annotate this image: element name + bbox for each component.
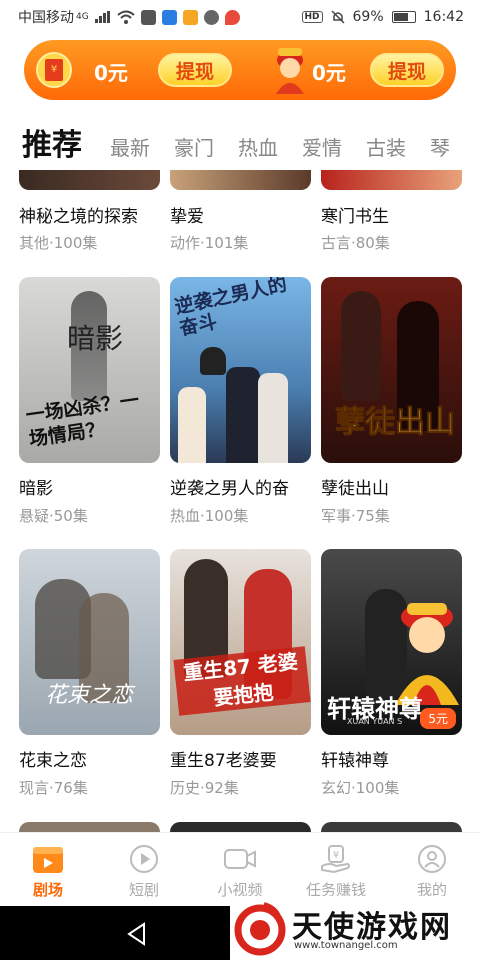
- drama-poster[interactable]: 花束之恋: [19, 549, 160, 735]
- drama-meta: 其他·100集: [19, 234, 98, 252]
- drama-row: 暗影 一场凶杀？一场情局？ 暗影 悬疑·50集 逆袭之男人的奋斗 逆袭之男人的奋…: [0, 277, 480, 537]
- tab-recommend[interactable]: 推荐: [22, 120, 82, 164]
- play-icon: [127, 843, 161, 875]
- drama-meta: 现言·76集: [19, 779, 88, 797]
- drama-card[interactable]: 花束之恋 花束之恋 现言·76集: [19, 549, 160, 797]
- drama-title[interactable]: 暗影: [19, 474, 160, 499]
- poster-slogan: 孽徒出山: [335, 405, 456, 441]
- clock: 16:42: [423, 9, 464, 25]
- drama-title[interactable]: 逆袭之男人的奋: [170, 474, 311, 499]
- video-camera-icon: [223, 843, 257, 875]
- signal-icon: [94, 11, 110, 23]
- battery-percent: 69%: [352, 9, 384, 25]
- drama-card[interactable]: 孽徒出山 孽徒出山 军事·75集: [321, 277, 462, 525]
- notification-icon: [140, 9, 156, 25]
- drama-row: 神秘之境的探索 其他·100集 挚爱 动作·101集 寒门书生 古言·80集: [0, 170, 480, 260]
- poster-slogan: 一场凶杀？一场情局？: [24, 389, 141, 451]
- tab-latest[interactable]: 最新: [110, 132, 150, 161]
- back-icon[interactable]: [126, 922, 148, 946]
- drama-meta: 动作·101集: [170, 234, 249, 252]
- bottom-nav: 剧场 短剧 小视频 ¥ 任务赚钱 我的: [0, 832, 480, 906]
- mute-bell-icon: [330, 10, 345, 24]
- app-notification-icon: [161, 9, 177, 25]
- status-bar: 中国移动 4G HD 69% 16:42: [0, 0, 480, 34]
- drama-title[interactable]: 轩辕神尊: [321, 746, 462, 771]
- god-of-wealth-icon: [276, 48, 304, 94]
- svg-text:¥: ¥: [333, 850, 339, 861]
- watermark: 天使游戏网 www.townangel.com: [230, 896, 480, 960]
- drama-title[interactable]: 重生87老婆要: [170, 746, 311, 771]
- drama-poster[interactable]: 孽徒出山: [321, 277, 462, 463]
- battery-icon: [391, 11, 416, 23]
- balance-amount: 0元: [94, 61, 128, 85]
- drama-poster[interactable]: [321, 170, 462, 190]
- nav-label: 短剧: [128, 881, 159, 899]
- drama-meta: 热血·100集: [170, 507, 249, 525]
- drama-poster[interactable]: [19, 170, 160, 190]
- drama-meta: 玄幻·100集: [321, 779, 400, 797]
- red-envelope-icon: [36, 52, 72, 88]
- app-notification-icon: [182, 9, 198, 25]
- drama-title[interactable]: 花束之恋: [19, 746, 160, 771]
- profile-icon: [415, 843, 449, 875]
- drama-meta: 历史·92集: [170, 779, 239, 797]
- tab-romance[interactable]: 爱情: [302, 132, 342, 161]
- nav-label: 剧场: [32, 881, 63, 899]
- drama-meta: 悬疑·50集: [19, 507, 88, 525]
- poster-slogan: 逆袭之男人的奋斗: [172, 277, 289, 341]
- tab-action[interactable]: 热血: [238, 132, 278, 161]
- drama-title[interactable]: 孽徒出山: [321, 474, 462, 499]
- reward-banner[interactable]: 0元 提现 0元 提现: [24, 40, 456, 100]
- drama-meta: 军事·75集: [321, 507, 390, 525]
- drama-title[interactable]: 寒门书生: [321, 202, 462, 227]
- poster-title: 暗影: [67, 322, 124, 355]
- drama-poster[interactable]: 重生87 老婆要抱抱: [170, 549, 311, 735]
- theater-icon: [31, 843, 65, 875]
- drama-card[interactable]: 轩辕神尊 XUAN YUAN S 5元 轩辕神尊 玄幻·100集: [321, 549, 462, 797]
- nav-theater[interactable]: 剧场: [0, 833, 96, 906]
- network-type: 4G: [76, 12, 89, 22]
- location-icon: [224, 9, 240, 25]
- hd-badge: HD: [301, 11, 323, 23]
- poster-subtitle: XUAN YUAN S: [347, 717, 403, 726]
- coin-amount: 0元: [312, 61, 346, 85]
- drama-title[interactable]: 神秘之境的探索: [19, 202, 160, 227]
- drama-poster[interactable]: 暗影 一场凶杀？一场情局？: [19, 277, 160, 463]
- drama-card[interactable]: 暗影 一场凶杀？一场情局？ 暗影 悬疑·50集: [19, 277, 160, 525]
- withdraw-button[interactable]: 提现: [158, 53, 232, 87]
- drama-card[interactable]: 逆袭之男人的奋斗 逆袭之男人的奋 热血·100集: [170, 277, 311, 525]
- poster-slogan: 花束之恋: [45, 683, 134, 708]
- drama-card[interactable]: 重生87 老婆要抱抱 重生87老婆要 历史·92集: [170, 549, 311, 797]
- category-tabs: 推荐 最新 豪门 热血 爱情 古装 琴: [0, 120, 480, 170]
- wifi-icon: [117, 10, 135, 24]
- price-badge: 5元: [420, 708, 456, 729]
- watermark-logo-icon: [234, 902, 286, 956]
- tab-rich-family[interactable]: 豪门: [174, 132, 214, 161]
- nav-short-drama[interactable]: 短剧: [96, 833, 192, 906]
- drama-poster[interactable]: 逆袭之男人的奋斗: [170, 277, 311, 463]
- drama-poster[interactable]: 轩辕神尊 XUAN YUAN S 5元: [321, 549, 462, 735]
- tab-more[interactable]: 琴: [430, 132, 450, 161]
- withdraw-button-2[interactable]: 提现: [370, 53, 444, 87]
- money-hand-icon: ¥: [319, 843, 353, 875]
- drama-row: 花束之恋 花束之恋 现言·76集 重生87 老婆要抱抱 重生87老婆要 历史·9…: [0, 549, 480, 809]
- drama-poster[interactable]: [170, 170, 311, 190]
- watermark-url: www.townangel.com: [294, 940, 398, 951]
- drama-title[interactable]: 挚爱: [170, 202, 311, 227]
- chat-icon: [203, 9, 219, 25]
- carrier-label: 中国移动: [18, 10, 74, 26]
- tab-costume[interactable]: 古装: [366, 132, 406, 161]
- drama-meta: 古言·80集: [321, 234, 390, 252]
